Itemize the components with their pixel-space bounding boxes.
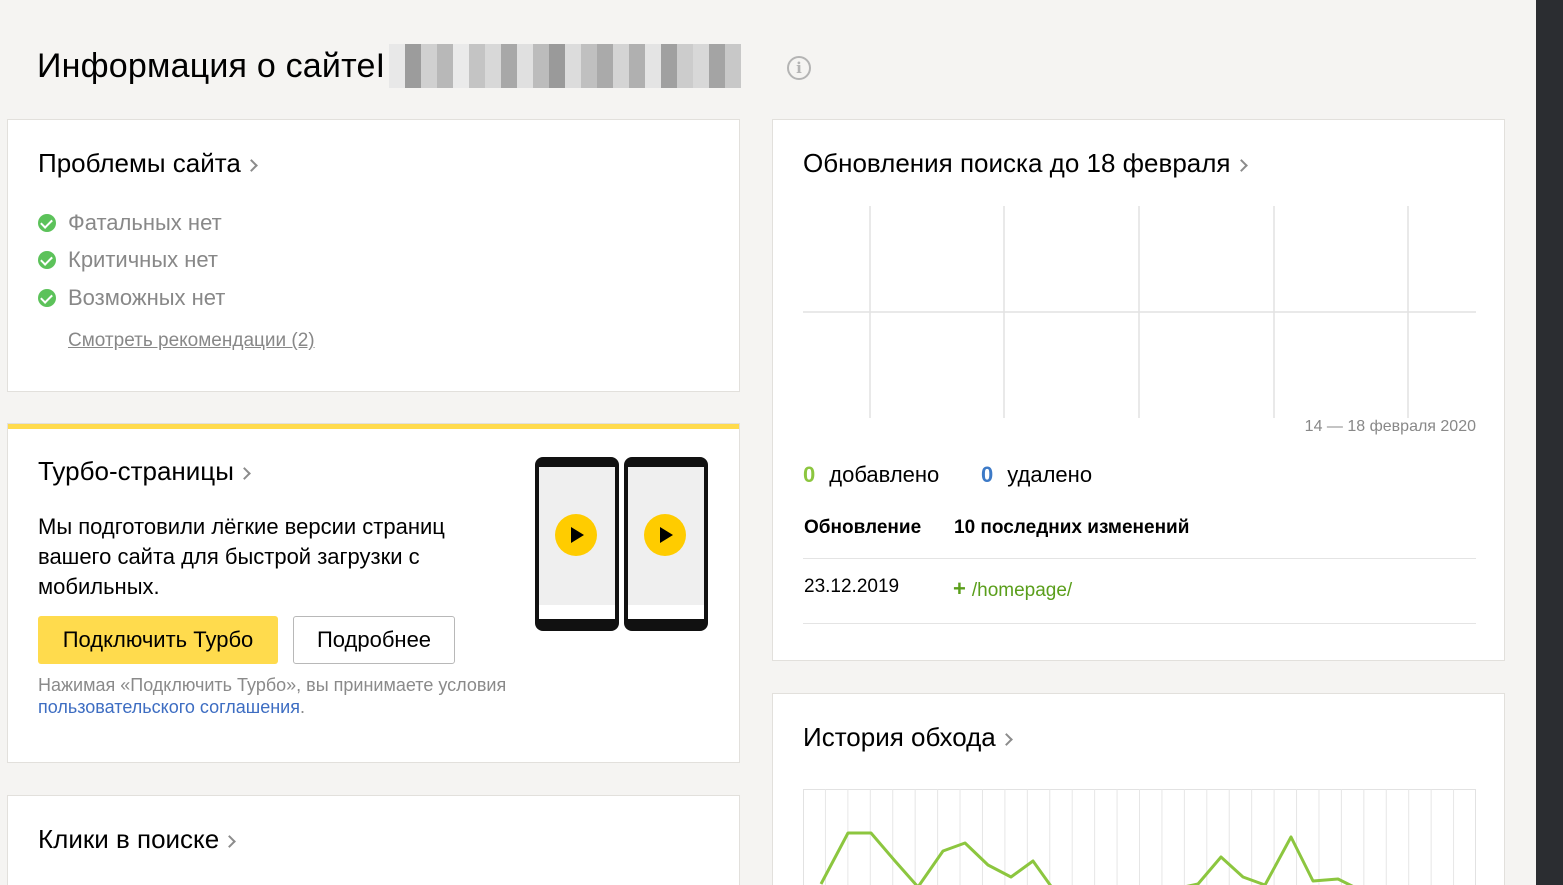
site-problems-title-text: Проблемы сайта (38, 148, 241, 178)
crawl-history-card: История обхода (772, 693, 1505, 885)
added-stat: 0 добавлено (803, 462, 939, 488)
turbo-terms-text: Нажимая «Подключить Турбо», вы принимает… (38, 675, 507, 695)
turbo-terms: Нажимая «Подключить Турбо», вы принимает… (38, 674, 598, 718)
scrollbar[interactable] (1536, 0, 1563, 885)
problem-fatal-label: Фатальных нет (68, 210, 222, 235)
connect-turbo-button[interactable]: Подключить Турбо (38, 616, 278, 664)
crawl-history-title[interactable]: История обхода (803, 722, 1013, 753)
column-header-update: Обновление (804, 517, 922, 538)
phone-illustration (624, 457, 708, 631)
removed-stat: 0 удалено (981, 462, 1092, 488)
turbo-pages-card: Турбо-страницы Мы подготовили лёгкие вер… (7, 423, 740, 763)
turbo-accent-bar (8, 424, 739, 429)
check-circle-icon (38, 214, 56, 232)
table-row-date: 23.12.2019 (804, 576, 900, 597)
table-divider (803, 623, 1476, 624)
check-circle-icon (38, 289, 56, 307)
search-clicks-title[interactable]: Клики в поиске (38, 824, 237, 855)
user-agreement-link[interactable]: пользовательского соглашения (38, 697, 300, 717)
recommendations-link[interactable]: Смотреть рекомендации (2) (68, 330, 315, 352)
title-cursor: I (375, 46, 386, 85)
crawl-history-line (819, 831, 1354, 885)
page-title-text: Информация о сайте (37, 46, 376, 85)
problem-critical: Критичных нет (38, 247, 218, 273)
plus-icon: + (953, 576, 966, 601)
site-problems-card: Проблемы сайта Фатальных нет Критичных н… (7, 119, 740, 392)
crawl-history-chart (803, 789, 1476, 885)
chevron-right-icon (238, 466, 251, 480)
play-icon (555, 514, 597, 556)
search-clicks-title-text: Клики в поиске (38, 824, 220, 854)
column-header-changes: 10 последних изменений (954, 517, 1190, 538)
turbo-pages-title-text: Турбо-страницы (38, 456, 234, 486)
search-updates-card: Обновления поиска до 18 февраля 14 — 18 … (772, 119, 1505, 661)
turbo-pages-title[interactable]: Турбо-страницы (38, 456, 251, 487)
removed-count: 0 (981, 462, 994, 487)
site-problems-title[interactable]: Проблемы сайта (38, 148, 258, 179)
problem-possible-label: Возможных нет (68, 285, 226, 310)
redacted-site-name (389, 44, 742, 88)
added-count: 0 (803, 462, 816, 487)
updates-chart (803, 206, 1476, 418)
chevron-right-icon (999, 732, 1013, 746)
chevron-right-icon (244, 158, 258, 172)
search-updates-title-text: Обновления поиска до 18 февраля (803, 148, 1231, 178)
chevron-right-icon (223, 834, 237, 848)
problem-critical-label: Критичных нет (68, 247, 218, 272)
search-clicks-card: Клики в поиске (7, 795, 740, 885)
page-title: Информация о сайте I (37, 44, 742, 88)
turbo-terms-suffix: . (299, 697, 305, 717)
crawl-history-title-text: История обхода (803, 722, 996, 752)
table-row-change[interactable]: +/homepage/ (953, 576, 1072, 602)
search-updates-title[interactable]: Обновления поиска до 18 февраля (803, 148, 1248, 179)
phone-illustration (535, 457, 619, 631)
problem-fatal: Фатальных нет (38, 210, 222, 236)
removed-label: удалено (1007, 462, 1093, 487)
change-url: /homepage/ (971, 580, 1073, 601)
check-circle-icon (38, 251, 56, 269)
added-label: добавлено (829, 462, 940, 487)
phone-nav-bar (539, 605, 615, 619)
table-divider (803, 558, 1476, 559)
turbo-details-button[interactable]: Подробнее (293, 616, 455, 664)
info-icon[interactable]: i (787, 56, 811, 80)
chevron-right-icon (1234, 158, 1248, 172)
problem-possible: Возможных нет (38, 285, 225, 311)
turbo-description: Мы подготовили лёгкие версии страниц ваш… (38, 514, 445, 599)
phone-nav-bar (628, 605, 704, 619)
updates-date-range: 14 — 18 февраля 2020 (1304, 418, 1476, 435)
play-icon (644, 514, 686, 556)
